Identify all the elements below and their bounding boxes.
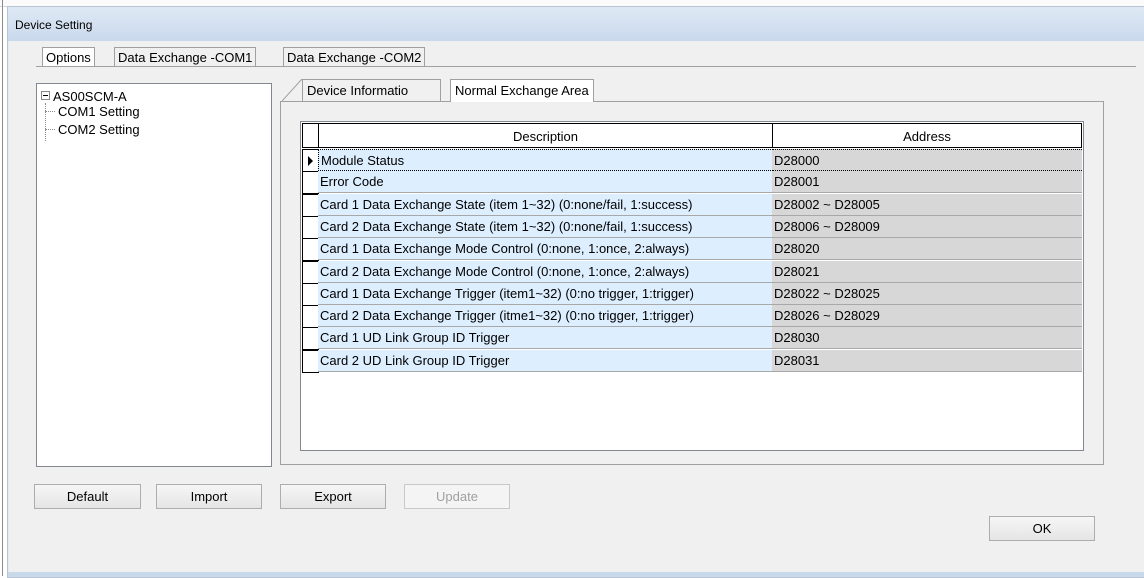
table-row[interactable]: Card 2 Data Exchange State (item 1~32) (… bbox=[302, 215, 1082, 239]
ok-button[interactable]: OK bbox=[989, 516, 1095, 541]
tab-normal-exchange-area[interactable]: Normal Exchange Area bbox=[450, 79, 594, 102]
description-cell[interactable]: Card 1 Data Exchange Mode Control (0:non… bbox=[318, 238, 773, 261]
exchange-area-grid[interactable]: Description Address Module Status D28000 E… bbox=[300, 121, 1084, 451]
table-row[interactable]: Error Code D28001 bbox=[302, 171, 1082, 195]
current-row-arrow-icon bbox=[308, 156, 313, 166]
description-cell[interactable]: Card 1 UD Link Group ID Trigger bbox=[318, 327, 773, 350]
row-selector[interactable] bbox=[302, 305, 319, 329]
table-row[interactable]: Module Status D28000 bbox=[302, 149, 1082, 172]
row-selector[interactable] bbox=[302, 282, 319, 306]
title-bar[interactable]: Device Setting bbox=[8, 7, 1144, 41]
grid-header-row: Description Address bbox=[302, 123, 1082, 148]
device-tree[interactable]: AS00SCM-A COM1 Setting COM2 Setting bbox=[36, 83, 272, 467]
import-button[interactable]: Import bbox=[156, 484, 262, 509]
description-cell[interactable]: Card 2 Data Exchange Mode Control (0:non… bbox=[318, 260, 773, 283]
tab-data-exchange-com2[interactable]: Data Exchange -COM2 bbox=[283, 47, 426, 67]
address-cell[interactable]: D28002 ~ D28005 bbox=[772, 193, 1082, 216]
tree-item-label: COM2 Setting bbox=[58, 122, 140, 137]
address-cell[interactable]: D28022 ~ D28025 bbox=[772, 282, 1082, 305]
tab-slant-decoration bbox=[282, 79, 303, 101]
tree-item-com2-setting[interactable]: COM2 Setting bbox=[45, 122, 140, 137]
description-cell[interactable]: Card 1 Data Exchange State (item 1~32) (… bbox=[318, 193, 773, 216]
tab-normal-exchange-area-label: Normal Exchange Area bbox=[455, 83, 589, 98]
row-selector[interactable] bbox=[302, 215, 319, 239]
address-cell[interactable]: D28026 ~ D28029 bbox=[772, 305, 1082, 328]
table-row[interactable]: Card 2 UD Link Group ID Trigger D28031 bbox=[302, 349, 1082, 373]
row-selector[interactable] bbox=[302, 260, 319, 284]
address-cell[interactable]: D28000 bbox=[772, 149, 1082, 171]
tab-strip-divider bbox=[36, 66, 1136, 67]
address-cell[interactable]: D28031 bbox=[772, 349, 1082, 372]
default-button[interactable]: Default bbox=[34, 484, 141, 509]
row-selector[interactable] bbox=[302, 238, 319, 262]
column-header-description[interactable]: Description bbox=[318, 123, 773, 148]
window-bottom-edge bbox=[8, 572, 1144, 577]
update-button[interactable]: Update bbox=[404, 484, 510, 509]
row-selector[interactable] bbox=[302, 149, 319, 172]
table-row[interactable]: Card 1 Data Exchange Mode Control (0:non… bbox=[302, 238, 1082, 262]
description-cell[interactable]: Error Code bbox=[318, 171, 773, 194]
tree-item-label: COM1 Setting bbox=[58, 104, 140, 119]
tab-device-information-label: Device Informatio bbox=[307, 83, 409, 98]
table-row[interactable]: Card 2 Data Exchange Trigger (itme1~32) … bbox=[302, 305, 1082, 329]
device-setting-dialog: Device Setting Options Data Exchange -CO… bbox=[7, 6, 1144, 578]
tab-data-exchange-com2-label: Data Exchange -COM2 bbox=[287, 50, 422, 65]
description-cell[interactable]: Card 2 Data Exchange Trigger (itme1~32) … bbox=[318, 305, 773, 328]
description-cell[interactable]: Card 2 Data Exchange State (item 1~32) (… bbox=[318, 215, 773, 238]
tab-options-label: Options bbox=[46, 50, 91, 65]
description-cell[interactable]: Card 2 UD Link Group ID Trigger bbox=[318, 349, 773, 372]
address-cell[interactable]: D28020 bbox=[772, 238, 1082, 261]
table-row[interactable]: Card 1 UD Link Group ID Trigger D28030 bbox=[302, 327, 1082, 351]
tab-data-exchange-com1[interactable]: Data Exchange -COM1 bbox=[114, 47, 257, 67]
description-cell[interactable]: Module Status bbox=[318, 149, 773, 171]
table-row[interactable]: Card 1 Data Exchange Trigger (item1~32) … bbox=[302, 282, 1082, 306]
row-selector[interactable] bbox=[302, 327, 319, 351]
address-cell[interactable]: D28001 bbox=[772, 171, 1082, 194]
address-cell[interactable]: D28006 ~ D28009 bbox=[772, 215, 1082, 238]
collapse-icon[interactable] bbox=[41, 91, 50, 100]
address-cell[interactable]: D28021 bbox=[772, 260, 1082, 283]
row-selector[interactable] bbox=[302, 193, 319, 217]
tab-data-exchange-com1-label: Data Exchange -COM1 bbox=[118, 50, 253, 65]
row-selector[interactable] bbox=[302, 349, 319, 373]
tree-item-root[interactable]: AS00SCM-A bbox=[41, 89, 127, 104]
row-selector-header[interactable] bbox=[302, 123, 319, 148]
row-selector[interactable] bbox=[302, 171, 319, 195]
tree-root-label: AS00SCM-A bbox=[53, 89, 127, 104]
tab-device-information[interactable]: Device Informatio bbox=[302, 79, 441, 101]
description-cell[interactable]: Card 1 Data Exchange Trigger (item1~32) … bbox=[318, 282, 773, 305]
window-title: Device Setting bbox=[15, 18, 93, 32]
dialog-content: Options Data Exchange -COM1 Data Exchang… bbox=[10, 41, 1140, 571]
column-header-address[interactable]: Address bbox=[772, 123, 1082, 148]
tree-branch-line bbox=[45, 129, 55, 130]
tree-item-com1-setting[interactable]: COM1 Setting bbox=[45, 104, 140, 119]
background-window-edge bbox=[2, 0, 3, 576]
table-row[interactable]: Card 1 Data Exchange State (item 1~32) (… bbox=[302, 193, 1082, 217]
tab-options[interactable]: Options bbox=[42, 47, 95, 67]
export-button[interactable]: Export bbox=[280, 484, 386, 509]
address-cell[interactable]: D28030 bbox=[772, 327, 1082, 350]
tree-branch-line bbox=[45, 111, 55, 112]
table-row[interactable]: Card 2 Data Exchange Mode Control (0:non… bbox=[302, 260, 1082, 284]
